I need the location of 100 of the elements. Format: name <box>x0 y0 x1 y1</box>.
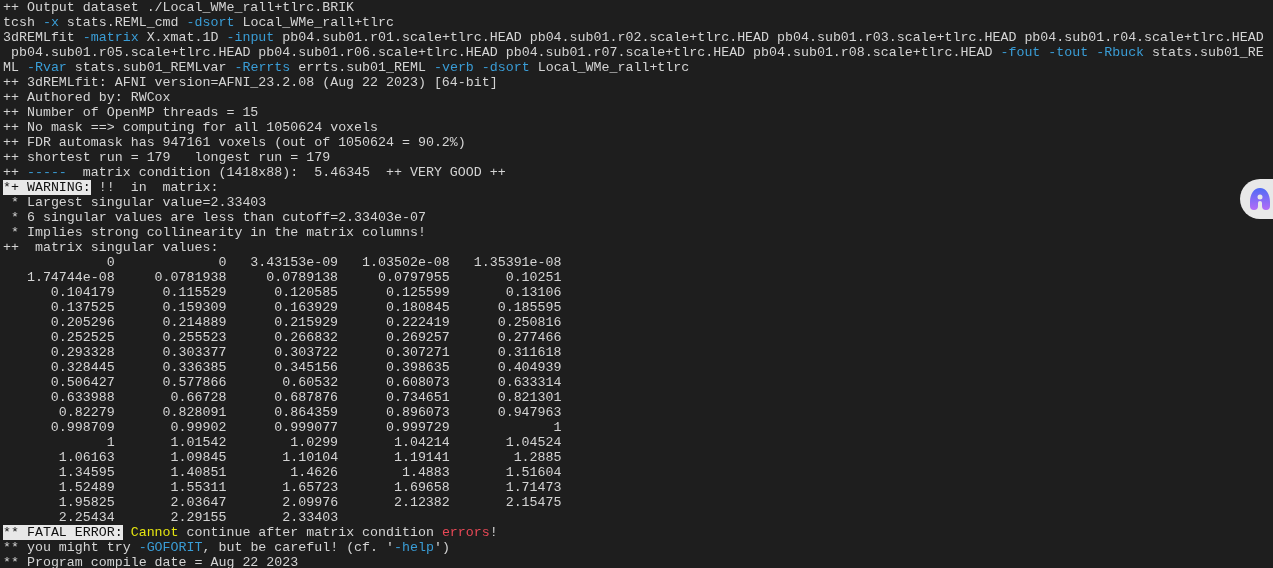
table-cell: 0.633314 <box>497 375 562 390</box>
table-cell: 1.19141 <box>393 450 450 465</box>
output-text: 3dREMLfit <box>3 30 76 45</box>
output-text: ++ Output dataset ./Local_WMe_rall+tlrc.BRIK <box>3 0 355 15</box>
table-cell: 1.04524 <box>505 435 562 450</box>
table-cell: 0.82279 <box>58 405 115 420</box>
output-text: ** you might try <box>3 540 132 555</box>
table-cell: 1.71473 <box>505 480 562 495</box>
table-cell: 0.104179 <box>50 285 115 300</box>
output-text: X.xmat.1D <box>145 30 220 45</box>
table-cell: 2.09976 <box>282 495 339 510</box>
table-cell: 0.303377 <box>162 345 227 360</box>
table-cell: 0.99902 <box>170 420 227 435</box>
table-cell: 0.999729 <box>385 420 450 435</box>
table-cell: 0.215929 <box>274 315 339 330</box>
output-text: Local_WMe_rall+tlrc <box>536 60 690 75</box>
option-text: -Rerrts <box>234 60 291 75</box>
table-cell: 0.159309 <box>162 300 227 315</box>
table-cell: 0.222419 <box>385 315 450 330</box>
output-text: ++ No mask ==> computing for all 1050624 voxels <box>3 120 379 135</box>
table-cell: 0.577866 <box>162 375 227 390</box>
option-text: -matrix <box>82 30 139 45</box>
arch-icon <box>1250 188 1270 210</box>
option-text: ----- <box>26 165 67 180</box>
table-cell: 2.29155 <box>170 510 227 525</box>
table-cell: 1.06163 <box>58 450 115 465</box>
table-cell: 1.03502e-08 <box>362 255 450 270</box>
output-text: !! in matrix: <box>97 180 219 195</box>
assistant-button[interactable] <box>1240 179 1273 219</box>
table-cell: 0.336385 <box>162 360 227 375</box>
output-text: * 6 singular values are less than cutoff=2.33403e-07 <box>9 210 426 225</box>
table-cell: 0.66728 <box>170 390 227 405</box>
output-text: ++ shortest run = 179 longest run = 179 <box>3 150 331 165</box>
table-cell: 0.214889 <box>162 315 227 330</box>
table-cell: 0.0781938 <box>154 270 227 285</box>
output-text: ! <box>489 525 498 540</box>
table-cell: 0.0797955 <box>378 270 450 285</box>
output-text: continue after matrix condition <box>185 525 435 540</box>
table-cell: 0.0789138 <box>266 270 339 285</box>
table-cell: 0.163929 <box>274 300 339 315</box>
table-cell: 0.266832 <box>274 330 339 345</box>
option-text: -help <box>394 540 434 555</box>
table-cell: 1.34595 <box>58 465 115 480</box>
output-text: * Largest singular value=2.33403 <box>9 195 267 210</box>
option-text: -GOFORIT <box>138 540 203 555</box>
error-text: errors <box>441 525 490 540</box>
table-cell: 0.506427 <box>50 375 115 390</box>
table-cell: 1.65723 <box>282 480 339 495</box>
table-cell: 1.52489 <box>58 480 115 495</box>
table-cell: 1.40851 <box>170 465 227 480</box>
table-cell: 1.01542 <box>170 435 227 450</box>
output-text: pb04.sub01.r05.scale+tlrc.HEAD pb04.sub01.r06.scale+tlrc.HEAD pb04.sub01.r07.scale+tlrc.HEAD pb04.sub01.r08.scale+tlrc.HEAD <box>9 45 994 60</box>
output-text: stats.REML_cmd <box>65 15 180 30</box>
message-label: ** FATAL ERROR: <box>3 525 123 540</box>
table-cell: 0.255523 <box>162 330 227 345</box>
table-cell: 2.03647 <box>170 495 227 510</box>
table-cell: 0.180845 <box>385 300 450 315</box>
option-text: -x <box>42 15 59 30</box>
table-cell: 0.999077 <box>274 420 339 435</box>
table-cell: 2.15475 <box>505 495 562 510</box>
table-cell: 1.4626 <box>290 465 339 480</box>
option-text: -verb <box>433 60 474 75</box>
option-text: -dsort <box>480 60 530 75</box>
table-cell: 0.269257 <box>385 330 450 345</box>
option-text: -fout <box>1000 45 1041 60</box>
table-cell: 0.734651 <box>385 390 450 405</box>
table-cell: 0.307271 <box>385 345 450 360</box>
table-cell: 1.51604 <box>505 465 562 480</box>
table-cell: 2.33403 <box>282 510 339 525</box>
table-cell: 1.35391e-08 <box>473 255 562 270</box>
output-text: ++ Number of OpenMP threads = 15 <box>3 105 259 120</box>
table-cell: 0.345156 <box>274 360 339 375</box>
option-text: -input <box>226 30 275 45</box>
option-text: -Rbuck <box>1095 45 1145 60</box>
table-cell: 1.95825 <box>58 495 115 510</box>
output-text: ML <box>3 60 20 75</box>
output-text: matrix condition (1418x88): 5.46345 ++ VERY GOOD ++ <box>81 165 506 180</box>
output-text: , but be careful! (cf. ' <box>202 540 394 555</box>
table-cell: 0.115529 <box>162 285 227 300</box>
table-cell: 1.2885 <box>513 450 562 465</box>
option-text: -Rvar <box>26 60 67 75</box>
table-cell: 0.137525 <box>50 300 115 315</box>
table-cell: 0.398635 <box>385 360 450 375</box>
table-cell: 1.55311 <box>170 480 227 495</box>
table-cell: 1.10104 <box>282 450 339 465</box>
table-cell: 0.10251 <box>505 270 562 285</box>
table-cell: 0 <box>106 255 115 270</box>
output-text: pb04.sub01.r01.scale+tlrc.HEAD pb04.sub01.r02.scale+tlrc.HEAD pb04.sub01.r03.scale+tlrc.HEAD pb04.sub01.r04.scale+tlrc.HEAD <box>281 30 1264 45</box>
table-cell: 0.60532 <box>282 375 339 390</box>
table-cell: 1.4883 <box>401 465 450 480</box>
table-cell: 0.250816 <box>497 315 562 330</box>
output-text: ++ matrix singular values: <box>3 240 219 255</box>
table-cell: 1.69658 <box>393 480 450 495</box>
table-cell: 0.125599 <box>385 285 450 300</box>
table-cell: 2.25434 <box>58 510 115 525</box>
table-cell: 1.74744e-08 <box>26 270 115 285</box>
table-cell: 0.404939 <box>497 360 562 375</box>
table-cell: 0 <box>218 255 227 270</box>
output-text: ') <box>433 540 450 555</box>
output-text: tcsh <box>3 15 36 30</box>
